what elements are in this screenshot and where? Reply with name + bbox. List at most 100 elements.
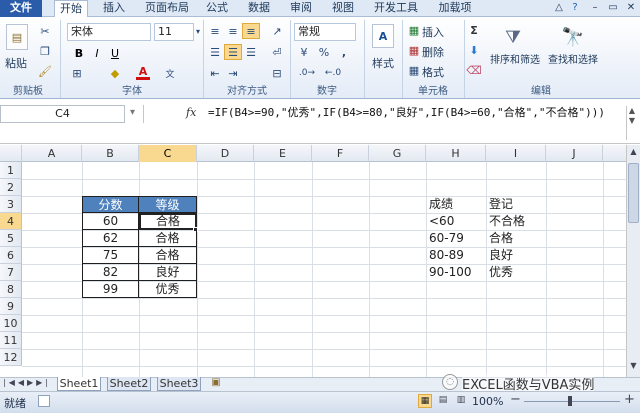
- zoom-slider-thumb[interactable]: [568, 396, 572, 406]
- page-layout-view-icon[interactable]: ▤: [436, 394, 450, 408]
- increase-indent-icon[interactable]: ⇥: [224, 66, 242, 80]
- tab-addins[interactable]: 加载项: [434, 0, 476, 17]
- align-right-icon[interactable]: ☰: [242, 44, 260, 60]
- ref-cell-grade[interactable]: 良好: [489, 247, 544, 264]
- sort-filter-button[interactable]: 排序和筛选: [490, 55, 542, 67]
- column-header-f[interactable]: F: [312, 145, 369, 162]
- window-minimize-icon[interactable]: –: [588, 0, 602, 17]
- ref-cell-range[interactable]: <60: [429, 213, 484, 230]
- column-header-b[interactable]: B: [82, 145, 139, 162]
- chevron-down-icon[interactable]: ▾: [130, 107, 135, 118]
- column-header-e[interactable]: E: [254, 145, 312, 162]
- insert-cells-icon[interactable]: ▦: [408, 23, 420, 37]
- format-painter-icon[interactable]: 🖌: [38, 64, 52, 78]
- percent-button[interactable]: %: [316, 44, 332, 60]
- column-header-g[interactable]: G: [369, 145, 426, 162]
- pinyin-icon[interactable]: 文: [163, 66, 177, 80]
- table-cell-grade[interactable]: 良好: [139, 264, 197, 281]
- column-header-d[interactable]: D: [197, 145, 254, 162]
- tab-view[interactable]: 视图: [328, 0, 358, 17]
- tab-data[interactable]: 数据: [244, 0, 274, 17]
- wrap-text-icon[interactable]: ⏎: [268, 44, 286, 60]
- macro-record-icon[interactable]: [38, 395, 50, 407]
- ref-cell-range[interactable]: 90-100: [429, 264, 484, 281]
- ref-cell-grade[interactable]: 优秀: [489, 264, 544, 281]
- tab-home[interactable]: 开始: [54, 0, 88, 18]
- zoom-in-button[interactable]: +: [624, 392, 635, 407]
- help-icon[interactable]: ?: [568, 0, 582, 17]
- format-cells-button[interactable]: 格式: [422, 64, 444, 80]
- chevron-down-icon[interactable]: ▾: [195, 24, 201, 38]
- table-cell-grade[interactable]: 优秀: [139, 281, 197, 298]
- find-select-icon[interactable]: 🔭: [560, 24, 586, 50]
- table-cell-grade[interactable]: 合格: [139, 247, 197, 264]
- sheet-tab-2[interactable]: Sheet2: [107, 377, 151, 391]
- increase-decimal-icon[interactable]: .0→: [296, 66, 318, 80]
- table-header-score[interactable]: 分数: [82, 196, 139, 213]
- tab-developer[interactable]: 开发工具: [370, 0, 422, 17]
- borders-icon[interactable]: ⊞: [70, 66, 84, 80]
- column-header-c[interactable]: C: [139, 145, 197, 162]
- format-cells-icon[interactable]: ▦: [408, 63, 420, 77]
- table-cell-grade[interactable]: 合格: [139, 230, 197, 247]
- column-header-h[interactable]: H: [426, 145, 486, 162]
- styles-button[interactable]: 样式: [372, 55, 394, 71]
- tab-file[interactable]: 文件: [0, 0, 42, 17]
- table-cell-score[interactable]: 75: [82, 247, 139, 264]
- tab-page-layout[interactable]: 页面布局: [140, 0, 194, 17]
- sort-filter-icon[interactable]: ⧩: [500, 24, 526, 50]
- normal-view-icon[interactable]: ▦: [418, 394, 432, 408]
- insert-function-button[interactable]: fx: [186, 106, 196, 119]
- ref-header-score[interactable]: 成绩: [429, 196, 484, 213]
- sheet-tab-1[interactable]: Sheet1: [57, 377, 101, 391]
- minimize-ribbon-icon[interactable]: △: [552, 0, 566, 17]
- autosum-button[interactable]: Σ: [468, 23, 480, 37]
- align-center-icon[interactable]: ☰: [224, 44, 242, 60]
- sheet-nav-icons[interactable]: |◀◀▶▶|: [3, 378, 51, 387]
- paste-button[interactable]: 粘贴: [5, 55, 27, 71]
- ref-cell-grade[interactable]: 合格: [489, 230, 544, 247]
- row-header-7[interactable]: 7: [0, 264, 22, 281]
- decrease-decimal-icon[interactable]: ←.0: [322, 66, 344, 80]
- formula-input[interactable]: =IF(B4>=90,"优秀",IF(B4>=80,"良好",IF(B4>=60…: [208, 105, 618, 121]
- currency-button[interactable]: ¥: [296, 44, 312, 60]
- merge-center-icon[interactable]: ⊟: [268, 66, 286, 80]
- row-header-5[interactable]: 5: [0, 230, 22, 247]
- insert-cells-button[interactable]: 插入: [422, 24, 444, 40]
- ref-cell-grade[interactable]: 不合格: [489, 213, 544, 230]
- align-top-icon[interactable]: ≡: [206, 23, 224, 39]
- underline-button[interactable]: U: [108, 45, 122, 61]
- new-sheet-icon[interactable]: ▣: [208, 377, 224, 390]
- number-format-select[interactable]: 常规: [294, 23, 356, 41]
- find-select-button[interactable]: 查找和选择: [548, 55, 608, 67]
- styles-icon[interactable]: A: [372, 24, 394, 48]
- row-header-9[interactable]: 9: [0, 298, 22, 315]
- column-header-j[interactable]: J: [546, 145, 603, 162]
- window-close-icon[interactable]: ✕: [624, 0, 638, 17]
- cut-icon[interactable]: ✂: [38, 24, 52, 38]
- select-all-corner[interactable]: [0, 145, 22, 162]
- zoom-out-button[interactable]: −: [510, 392, 521, 407]
- row-header-1[interactable]: 1: [0, 162, 22, 179]
- tab-review[interactable]: 审阅: [286, 0, 316, 17]
- font-name-select[interactable]: 宋体: [67, 23, 151, 41]
- row-header-2[interactable]: 2: [0, 179, 22, 196]
- fill-color-icon[interactable]: ◆: [107, 66, 123, 80]
- row-header-3[interactable]: 3: [0, 196, 22, 213]
- ref-header-label[interactable]: 登记: [489, 196, 544, 213]
- comma-button[interactable]: ,: [336, 44, 352, 60]
- align-left-icon[interactable]: ☰: [206, 44, 224, 60]
- column-header-a[interactable]: A: [22, 145, 82, 162]
- zoom-slider[interactable]: [524, 401, 620, 402]
- scrollbar-thumb[interactable]: [628, 163, 639, 223]
- decrease-indent-icon[interactable]: ⇤: [206, 66, 224, 80]
- font-color-icon[interactable]: A: [136, 65, 150, 80]
- align-bottom-icon[interactable]: ≡: [242, 23, 260, 39]
- name-box[interactable]: C4: [0, 105, 125, 123]
- paste-icon[interactable]: ▤: [6, 24, 28, 50]
- row-header-8[interactable]: 8: [0, 281, 22, 298]
- table-cell-score[interactable]: 99: [82, 281, 139, 298]
- copy-icon[interactable]: ❐: [38, 44, 52, 58]
- font-size-select[interactable]: 11: [154, 23, 194, 41]
- row-header-6[interactable]: 6: [0, 247, 22, 264]
